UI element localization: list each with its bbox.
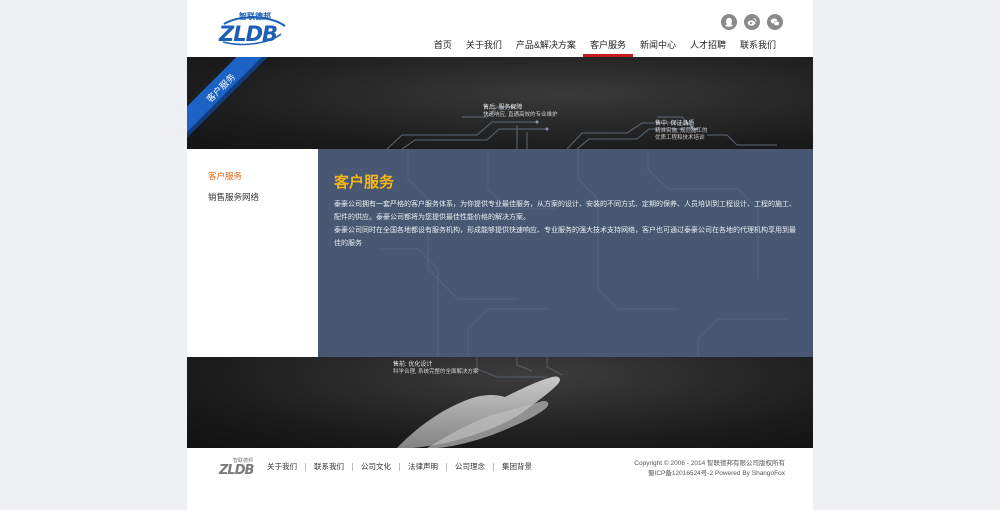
hands-banner: 售前: 优化设计 科学合理, 系统完整的全面解决方案 [187,357,813,448]
wechat-icon[interactable] [767,14,783,30]
footer-link-group[interactable]: 集团背景 [493,463,540,471]
nav-item-about[interactable]: 关于我们 [459,39,509,57]
banner-annotation: 售后: 服务保障 快速响应, 直通高效的专业维护 [483,105,558,119]
footer-link-culture[interactable]: 公司文化 [352,463,399,471]
header: 智联德邦 ZLDB 首页 关于我们 产品&解决方案 客户服务 新闻中心 人才招聘… [187,0,813,57]
annotation-title: 售前: 优化设计 [393,362,433,368]
nav-label: 产品&解决方案 [515,40,576,50]
circuit-decoration [386,105,777,149]
ribbon-label: 客户服务 [187,57,277,146]
annotation-title: 售后: 服务保障 [483,105,523,111]
logo-cn-text: 智联德邦 [239,12,271,21]
annotation-desc: 科学合理, 系统完整的全面解决方案 [393,369,479,375]
footer: 智联德邦 ZLDB 关于我们 联系我们 公司文化 法律声明 公司理念 集团背景 … [187,448,813,486]
main-nav: 首页 关于我们 产品&解决方案 客户服务 新闻中心 人才招聘 联系我们 [427,39,783,57]
annotation-desc: 精准实施, 规范施工的 优质工程和技术培训 [655,128,708,141]
ribbon: 客户服务 [187,57,277,147]
nav-label: 人才招聘 [689,40,726,50]
weibo-icon[interactable] [744,14,760,30]
nav-item-news[interactable]: 新闻中心 [633,39,683,57]
sidebar-item-label: 客户服务 [208,171,243,181]
body-paragraph: 泰豪公司同时在全国各地都设有服务机构，形成能够提供快速响应、专业服务的强大技术支… [334,227,796,247]
main-panel: 客户服务 泰豪公司拥有一套严格的客户服务体系，为你提供专业最佳服务，从方案的设计… [318,149,813,357]
nav-item-careers[interactable]: 人才招聘 [683,39,733,57]
content-area: 客户服务 销售服务网络 客户服务 泰豪公司拥有一套严格的客户服务体系，为你提供专… [187,149,813,357]
hands-illustration [397,357,563,448]
social-links [721,14,783,30]
copyright-text: Copyright © 2006 - 2014 智联德邦有限公司版权所有 [634,460,785,467]
sidebar-item-sales-network[interactable]: 销售服务网络 [208,191,259,203]
footer-logo-text: ZLDB [219,463,254,478]
footer-logo[interactable]: 智联德邦 ZLDB [219,457,259,478]
footer-link-about[interactable]: 关于我们 [267,463,305,471]
footer-link-philosophy[interactable]: 公司理念 [446,463,493,471]
page-body: 泰豪公司拥有一套严格的客户服务体系，为你提供专业最佳服务，从方案的设计、安装的不… [334,198,802,250]
nav-item-contact[interactable]: 联系我们 [733,39,783,57]
nav-item-service[interactable]: 客户服务 [582,39,633,57]
page: 智联德邦 ZLDB 首页 关于我们 产品&解决方案 客户服务 新闻中心 人才招聘… [187,0,813,510]
nav-label: 新闻中心 [639,40,676,50]
banner-annotation: 售中: 保证品质 精准实施, 规范施工的 优质工程和技术培训 [655,121,708,142]
copyright: Copyright © 2006 - 2014 智联德邦有限公司版权所有 蜀IC… [634,459,785,479]
logo-text: ZLDB [219,22,278,46]
icp-text: 蜀ICP备12016524号-2 Powered By ShangoFox [648,470,785,477]
page-title: 客户服务 [334,174,395,191]
top-banner: 客户服务 售后: 服务保障 快速响应, 直通高效的专业维护 售中: 保证品质 精… [187,57,813,149]
annotation-title: 售中: 保证品质 [655,121,695,127]
body-paragraph: 泰豪公司拥有一套严格的客户服务体系，为你提供专业最佳服务，从方案的设计、安装的不… [334,201,796,221]
nav-item-products[interactable]: 产品&解决方案 [509,39,583,57]
sidebar-item-customer-service[interactable]: 客户服务 [208,170,242,182]
annotation-desc: 快速响应, 直通高效的专业维护 [483,112,558,118]
footer-link-contact[interactable]: 联系我们 [305,463,352,471]
nav-label: 客户服务 [589,40,626,50]
hands-annotation: 售前: 优化设计 科学合理, 系统完整的全面解决方案 [393,362,479,376]
nav-item-home[interactable]: 首页 [427,39,459,57]
sidebar-item-label: 销售服务网络 [208,192,260,202]
nav-label: 联系我们 [739,40,776,50]
logo[interactable]: 智联德邦 ZLDB [219,10,287,46]
footer-link-legal[interactable]: 法律声明 [399,463,446,471]
sidebar: 客户服务 销售服务网络 [187,149,318,357]
nav-label: 关于我们 [465,40,502,50]
qq-icon[interactable] [721,14,737,30]
footer-links: 关于我们 联系我们 公司文化 法律声明 公司理念 集团背景 [267,463,540,471]
nav-label: 首页 [433,40,452,50]
